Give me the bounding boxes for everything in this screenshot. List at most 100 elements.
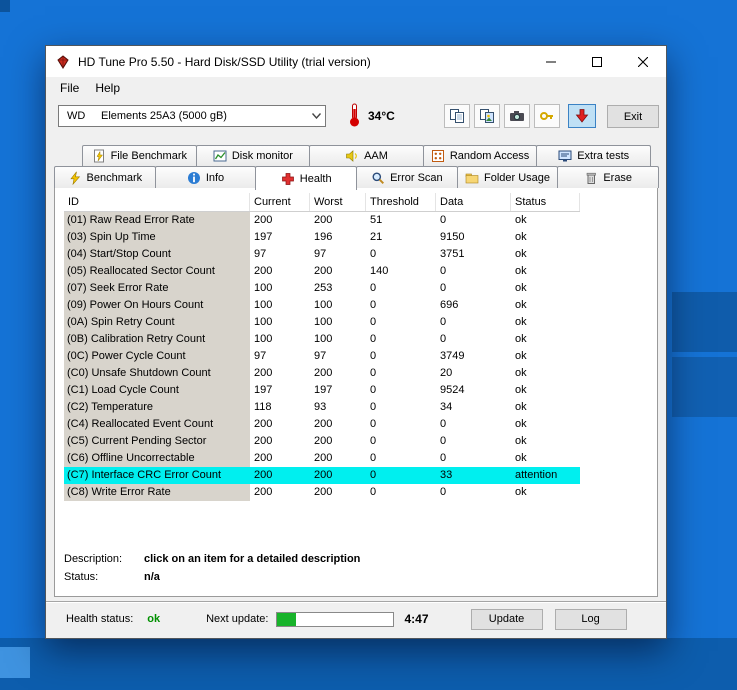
cell-status: ok — [511, 348, 580, 365]
table-row[interactable]: (0A) Spin Retry Count 100 100 0 0 ok — [64, 314, 580, 331]
cell-current: 200 — [250, 433, 310, 450]
column-header-status[interactable]: Status — [511, 193, 580, 211]
cell-worst: 200 — [310, 263, 366, 280]
cell-data: 3749 — [436, 348, 511, 365]
tab-erase[interactable]: Erase — [557, 166, 660, 188]
cell-status: ok — [511, 331, 580, 348]
cell-data: 9524 — [436, 382, 511, 399]
save-results-button[interactable] — [568, 104, 596, 128]
tab-aam[interactable]: AAM — [309, 145, 424, 166]
health-status-value: ok — [147, 613, 161, 625]
cell-threshold: 0 — [366, 297, 436, 314]
table-row[interactable]: (04) Start/Stop Count 97 97 0 3751 ok — [64, 246, 580, 263]
cell-threshold: 0 — [366, 348, 436, 365]
maximize-button[interactable] — [574, 46, 620, 77]
folder-usage-icon — [465, 171, 479, 185]
screenshot-button[interactable] — [504, 104, 530, 128]
table-row[interactable]: (07) Seek Error Rate 100 253 0 0 ok — [64, 280, 580, 297]
table-row[interactable]: (C2) Temperature 118 93 0 34 ok — [64, 399, 580, 416]
table-row[interactable]: (0C) Power Cycle Count 97 97 0 3749 ok — [64, 348, 580, 365]
cell-id: (C0) Unsafe Shutdown Count — [64, 365, 250, 382]
drive-model: Elements 25A3 (5000 gB) — [101, 110, 227, 122]
disk-monitor-icon — [213, 149, 227, 163]
cell-id: (09) Power On Hours Count — [64, 297, 250, 314]
table-row[interactable]: (C4) Reallocated Event Count 200 200 0 0 ok — [64, 416, 580, 433]
description-label: Description: — [64, 553, 123, 565]
cell-current: 200 — [250, 416, 310, 433]
column-header-threshold[interactable]: Threshold — [366, 193, 436, 211]
cell-status: ok — [511, 314, 580, 331]
cell-current: 97 — [250, 348, 310, 365]
update-button[interactable]: Update — [470, 608, 543, 630]
table-row[interactable]: (C0) Unsafe Shutdown Count 200 200 0 20 ok — [64, 365, 580, 382]
tab-label: Benchmark — [86, 171, 143, 184]
minimize-button[interactable] — [528, 46, 574, 77]
close-button[interactable] — [620, 46, 666, 77]
cell-worst: 253 — [310, 280, 366, 297]
log-button[interactable]: Log — [554, 608, 627, 630]
tab-folder-usage[interactable]: Folder Usage — [456, 166, 559, 188]
cell-data: 0 — [436, 212, 511, 229]
table-row[interactable]: (01) Raw Read Error Rate 200 200 51 0 ok — [64, 212, 580, 229]
table-row[interactable]: (09) Power On Hours Count 100 100 0 696 ok — [64, 297, 580, 314]
column-header-current[interactable]: Current — [250, 193, 310, 211]
status-label: Status: — [64, 571, 99, 583]
cell-current: 97 — [250, 246, 310, 263]
cell-worst: 97 — [310, 348, 366, 365]
cell-id: (07) Seek Error Rate — [64, 280, 250, 297]
menu-help[interactable]: Help — [87, 79, 128, 97]
cell-current: 200 — [250, 263, 310, 280]
cell-data: 20 — [436, 365, 511, 382]
column-header-id[interactable]: ID — [64, 193, 250, 211]
copy-image-button[interactable] — [474, 104, 500, 128]
table-row[interactable]: (C8) Write Error Rate 200 200 0 0 ok — [64, 484, 580, 501]
exit-button[interactable]: Exit — [607, 105, 659, 128]
menu-file[interactable]: File — [52, 79, 87, 97]
cell-current: 197 — [250, 382, 310, 399]
thermometer-icon — [348, 102, 361, 131]
cell-data: 34 — [436, 399, 511, 416]
column-header-worst[interactable]: Worst — [310, 193, 366, 211]
table-row[interactable]: (C7) Interface CRC Error Count 200 200 0 33 a… — [64, 467, 580, 484]
column-header-data[interactable]: Data — [436, 193, 511, 211]
table-row[interactable]: (C5) Current Pending Sector 200 200 0 0 ok — [64, 433, 580, 450]
wallpaper-tile — [0, 647, 30, 678]
cell-id: (C8) Write Error Rate — [64, 484, 250, 501]
cell-current: 200 — [250, 450, 310, 467]
drive-select[interactable]: WD Elements 25A3 (5000 gB) — [58, 105, 326, 127]
tab-label: File Benchmark — [110, 150, 187, 162]
cell-threshold: 0 — [366, 382, 436, 399]
key-button[interactable] — [534, 104, 560, 128]
cell-status: ok — [511, 416, 580, 433]
cell-status: ok — [511, 433, 580, 450]
tab-random-access[interactable]: Random Access — [422, 145, 538, 166]
table-row[interactable]: (C1) Load Cycle Count 197 197 0 9524 ok — [64, 382, 580, 399]
cell-status: ok — [511, 484, 580, 501]
table-row[interactable]: (0B) Calibration Retry Count 100 100 0 0 ok — [64, 331, 580, 348]
cell-status: ok — [511, 450, 580, 467]
cell-worst: 97 — [310, 246, 366, 263]
tab-benchmark[interactable]: Benchmark — [54, 166, 156, 188]
tab-info[interactable]: Info — [154, 166, 257, 188]
tab-disk-monitor[interactable]: Disk monitor — [195, 145, 311, 166]
chevron-down-icon — [307, 113, 325, 119]
cell-data: 0 — [436, 484, 511, 501]
wallpaper-tile — [672, 292, 737, 352]
tab-health[interactable]: Health — [255, 166, 358, 190]
table-row[interactable]: (C6) Offline Uncorrectable 200 200 0 0 ok — [64, 450, 580, 467]
cell-id: (0C) Power Cycle Count — [64, 348, 250, 365]
tab-label: Health — [299, 172, 332, 185]
cell-threshold: 0 — [366, 246, 436, 263]
copy-text-button[interactable] — [444, 104, 470, 128]
cell-status: ok — [511, 365, 580, 382]
tab-label: AAM — [364, 150, 388, 162]
tab-label: Random Access — [449, 150, 530, 162]
table-row[interactable]: (03) Spin Up Time 197 196 21 9150 ok — [64, 229, 580, 246]
table-row[interactable]: (05) Reallocated Sector Count 200 200 140 0 o… — [64, 263, 580, 280]
cell-threshold: 0 — [366, 484, 436, 501]
cell-data: 0 — [436, 416, 511, 433]
tab-error-scan[interactable]: Error Scan — [356, 166, 458, 188]
cell-data: 0 — [436, 433, 511, 450]
tab-file-benchmark[interactable]: File Benchmark — [82, 145, 197, 166]
tab-extra-tests[interactable]: Extra tests — [536, 145, 651, 166]
